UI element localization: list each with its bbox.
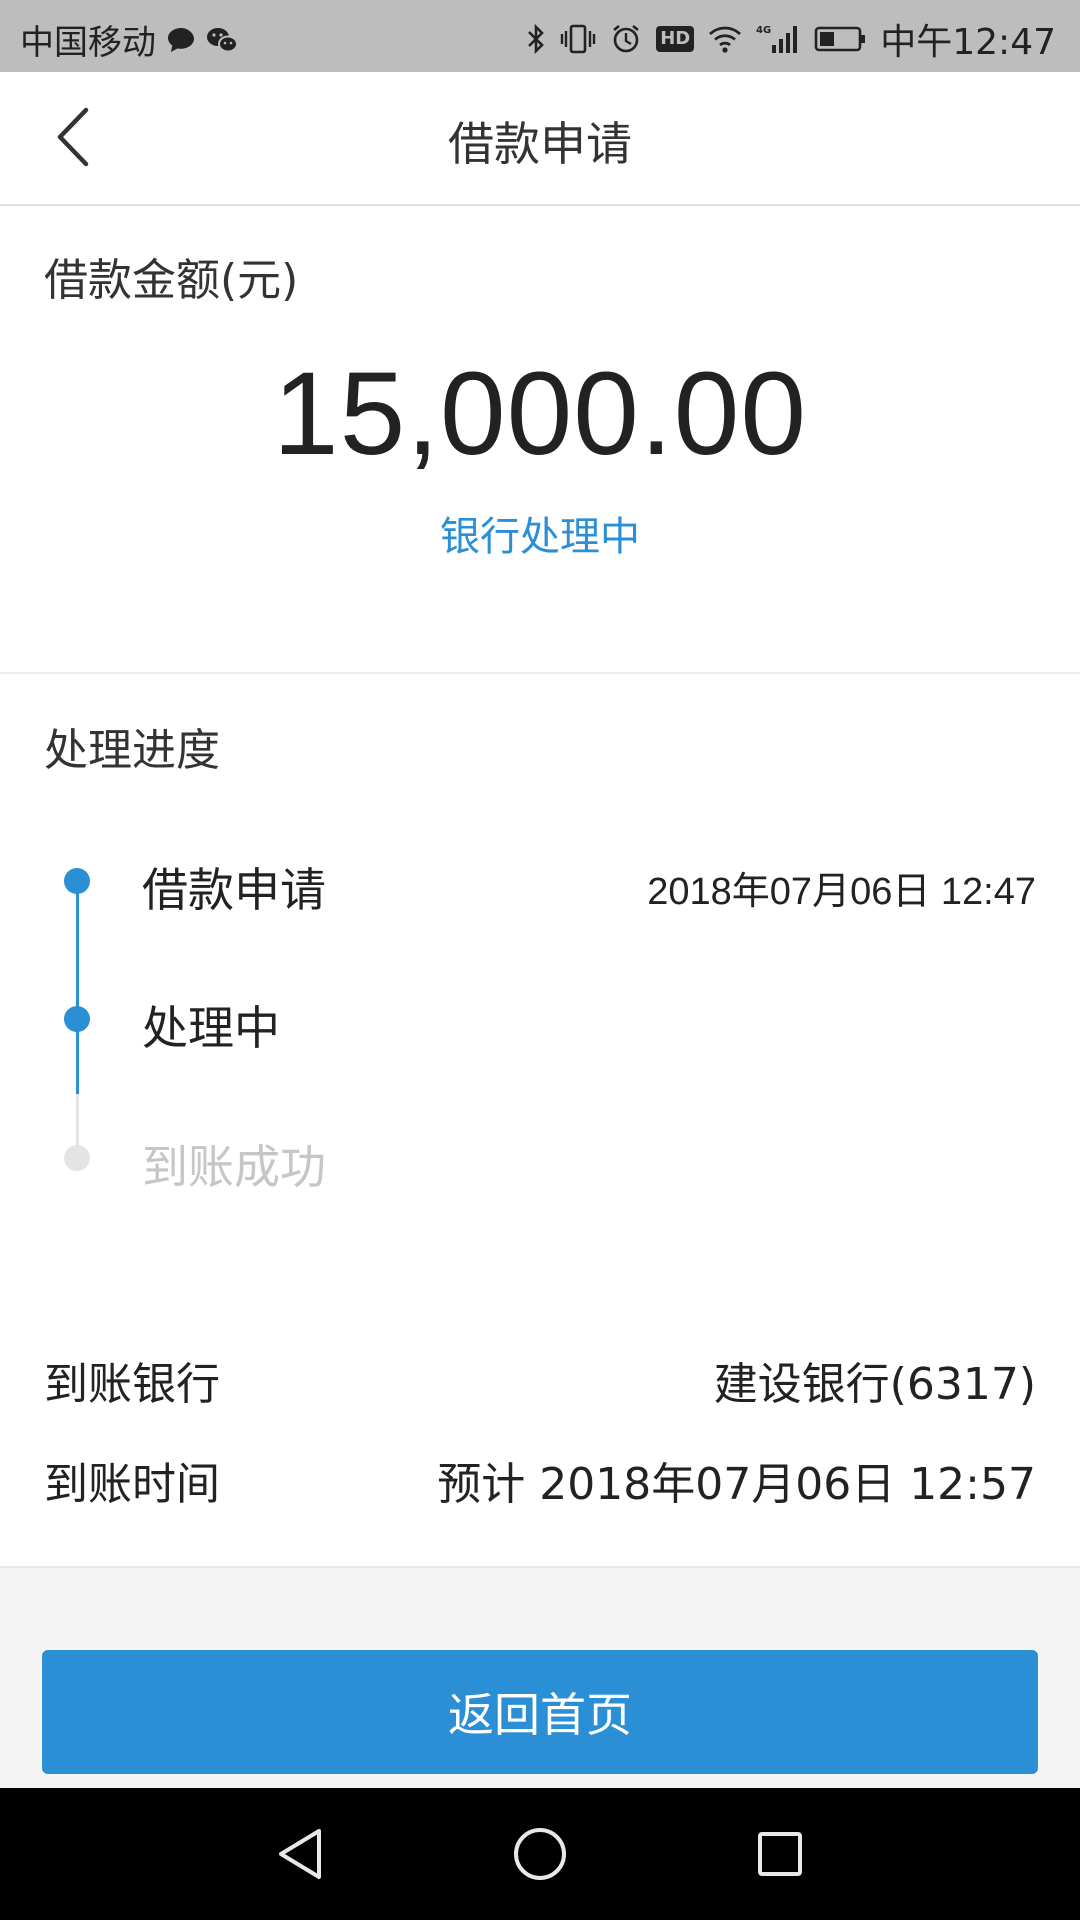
step-time: 2018年07月06日 12:47 — [647, 871, 1036, 913]
step-dot-done — [64, 1006, 90, 1032]
info-row-arrival-time: 到账时间 预计 2018年07月06日 12:57 — [0, 1440, 1080, 1510]
signal-4g-icon: 4G — [756, 23, 800, 55]
info-label: 到账时间 — [44, 1459, 220, 1510]
page-title: 借款申请 — [448, 117, 632, 171]
info-value: 预计 2018年07月06日 12:57 — [437, 1459, 1036, 1510]
info-label: 到账银行 — [44, 1359, 220, 1410]
info-row-bank: 到账银行 建设银行(6317) — [0, 1340, 1080, 1410]
header-bar: 借款申请 — [0, 72, 1080, 206]
wifi-icon — [708, 24, 742, 54]
step-label: 处理中 — [142, 1001, 280, 1055]
nav-home-button[interactable] — [500, 1814, 580, 1894]
vibrate-icon — [560, 23, 596, 55]
step-dot-done — [64, 868, 90, 894]
status-time: 中午12:47 — [880, 22, 1056, 63]
step-label: 到账成功 — [142, 1140, 326, 1194]
battery-icon — [814, 25, 866, 53]
amount-value: 15,000.00 — [273, 348, 807, 480]
nav-recents-icon[interactable] — [756, 1830, 804, 1878]
step-label: 借款申请 — [142, 863, 326, 917]
amount-status: 银行处理中 — [440, 514, 640, 560]
wechat-icon — [206, 26, 238, 54]
message-icon — [166, 26, 196, 54]
progress-card: 处理进度 借款申请 2018年07月06日 12:47 处理中 到账成功 到账银… — [0, 674, 1080, 1568]
svg-text:4G: 4G — [756, 25, 771, 36]
amount-card: 借款金额(元) 15,000.00 银行处理中 — [0, 206, 1080, 674]
bluetooth-icon — [526, 23, 546, 55]
step-dot-pending — [64, 1145, 90, 1171]
status-bar: 中国移动 HD 4G 中午12:47 — [0, 0, 1080, 72]
nav-recents-button[interactable] — [740, 1814, 820, 1894]
info-value: 建设银行(6317) — [713, 1359, 1036, 1410]
progress-step-arrived: 到账成功 — [0, 1119, 1080, 1199]
return-home-button[interactable]: 返回首页 — [42, 1650, 1038, 1774]
nav-home-icon[interactable] — [512, 1826, 568, 1882]
nav-back-icon[interactable] — [275, 1827, 325, 1881]
progress-title: 处理进度 — [44, 725, 220, 776]
carrier-name: 中国移动 — [20, 23, 156, 63]
nav-back-button[interactable] — [260, 1814, 340, 1894]
alarm-icon — [610, 23, 642, 55]
status-right: HD 4G 中午12:47 — [526, 13, 1056, 65]
amount-label: 借款金额(元) — [44, 255, 299, 306]
progress-step-apply: 借款申请 2018年07月06日 12:47 — [0, 842, 1080, 922]
progress-step-processing: 处理中 — [0, 980, 1080, 1060]
hd-icon: HD — [656, 26, 695, 52]
status-left: 中国移动 — [20, 15, 238, 64]
navigation-bar — [0, 1788, 1080, 1920]
